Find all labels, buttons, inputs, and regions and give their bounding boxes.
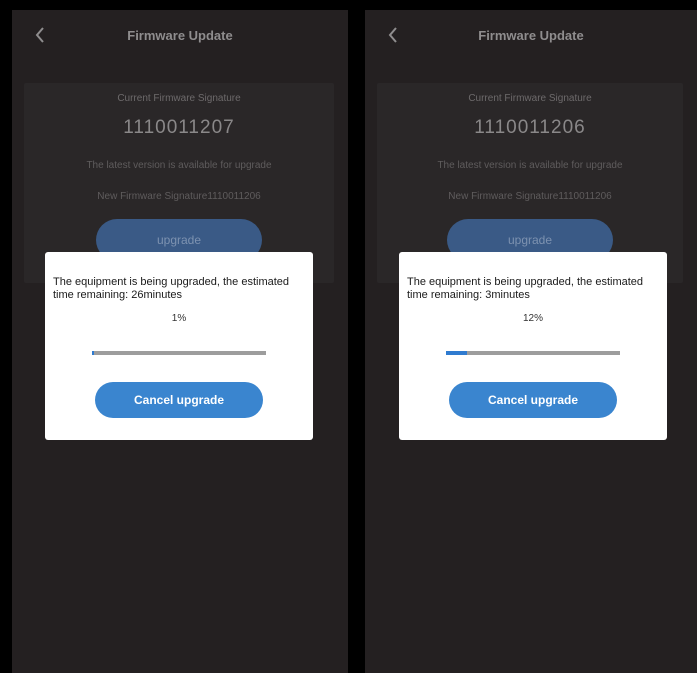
upgrade-progress-dialog: The equipment is being upgraded, the est…: [45, 252, 313, 440]
current-signature-value: 1110011206: [474, 117, 586, 138]
current-signature-label: Current Firmware Signature: [117, 93, 241, 104]
progress-bar: [92, 351, 266, 355]
latest-version-text: The latest version is available for upgr…: [437, 160, 623, 171]
upgrade-status-message: The equipment is being upgraded, the est…: [53, 276, 290, 301]
new-signature-text: New Firmware Signature1110011206: [448, 191, 612, 202]
page-title: Firmware Update: [478, 27, 584, 43]
phone-screen-right: Firmware Update Current Firmware Signatu…: [365, 10, 697, 673]
latest-version-text: The latest version is available for upgr…: [86, 160, 272, 171]
upgrade-progress-dialog: The equipment is being upgraded, the est…: [399, 252, 667, 440]
progress-bar-fill: [92, 351, 94, 355]
upgrade-status-message: The equipment is being upgraded, the est…: [407, 276, 644, 301]
page-title: Firmware Update: [127, 27, 233, 43]
progress-percent: 1%: [171, 313, 187, 324]
cancel-upgrade-button[interactable]: Cancel upgrade: [449, 382, 617, 418]
progress-bar-fill: [446, 351, 467, 355]
chevron-left-icon[interactable]: [383, 25, 403, 45]
chevron-left-icon[interactable]: [30, 25, 50, 45]
app-header: Firmware Update: [365, 10, 697, 60]
app-header: Firmware Update: [12, 10, 348, 60]
progress-bar: [446, 351, 620, 355]
current-signature-value: 1110011207: [123, 117, 235, 138]
cancel-upgrade-button[interactable]: Cancel upgrade: [95, 382, 263, 418]
current-signature-label: Current Firmware Signature: [468, 93, 592, 104]
progress-percent: 12%: [522, 313, 543, 324]
phone-screen-left: Firmware Update Current Firmware Signatu…: [12, 10, 348, 673]
new-signature-text: New Firmware Signature1110011206: [97, 191, 261, 202]
